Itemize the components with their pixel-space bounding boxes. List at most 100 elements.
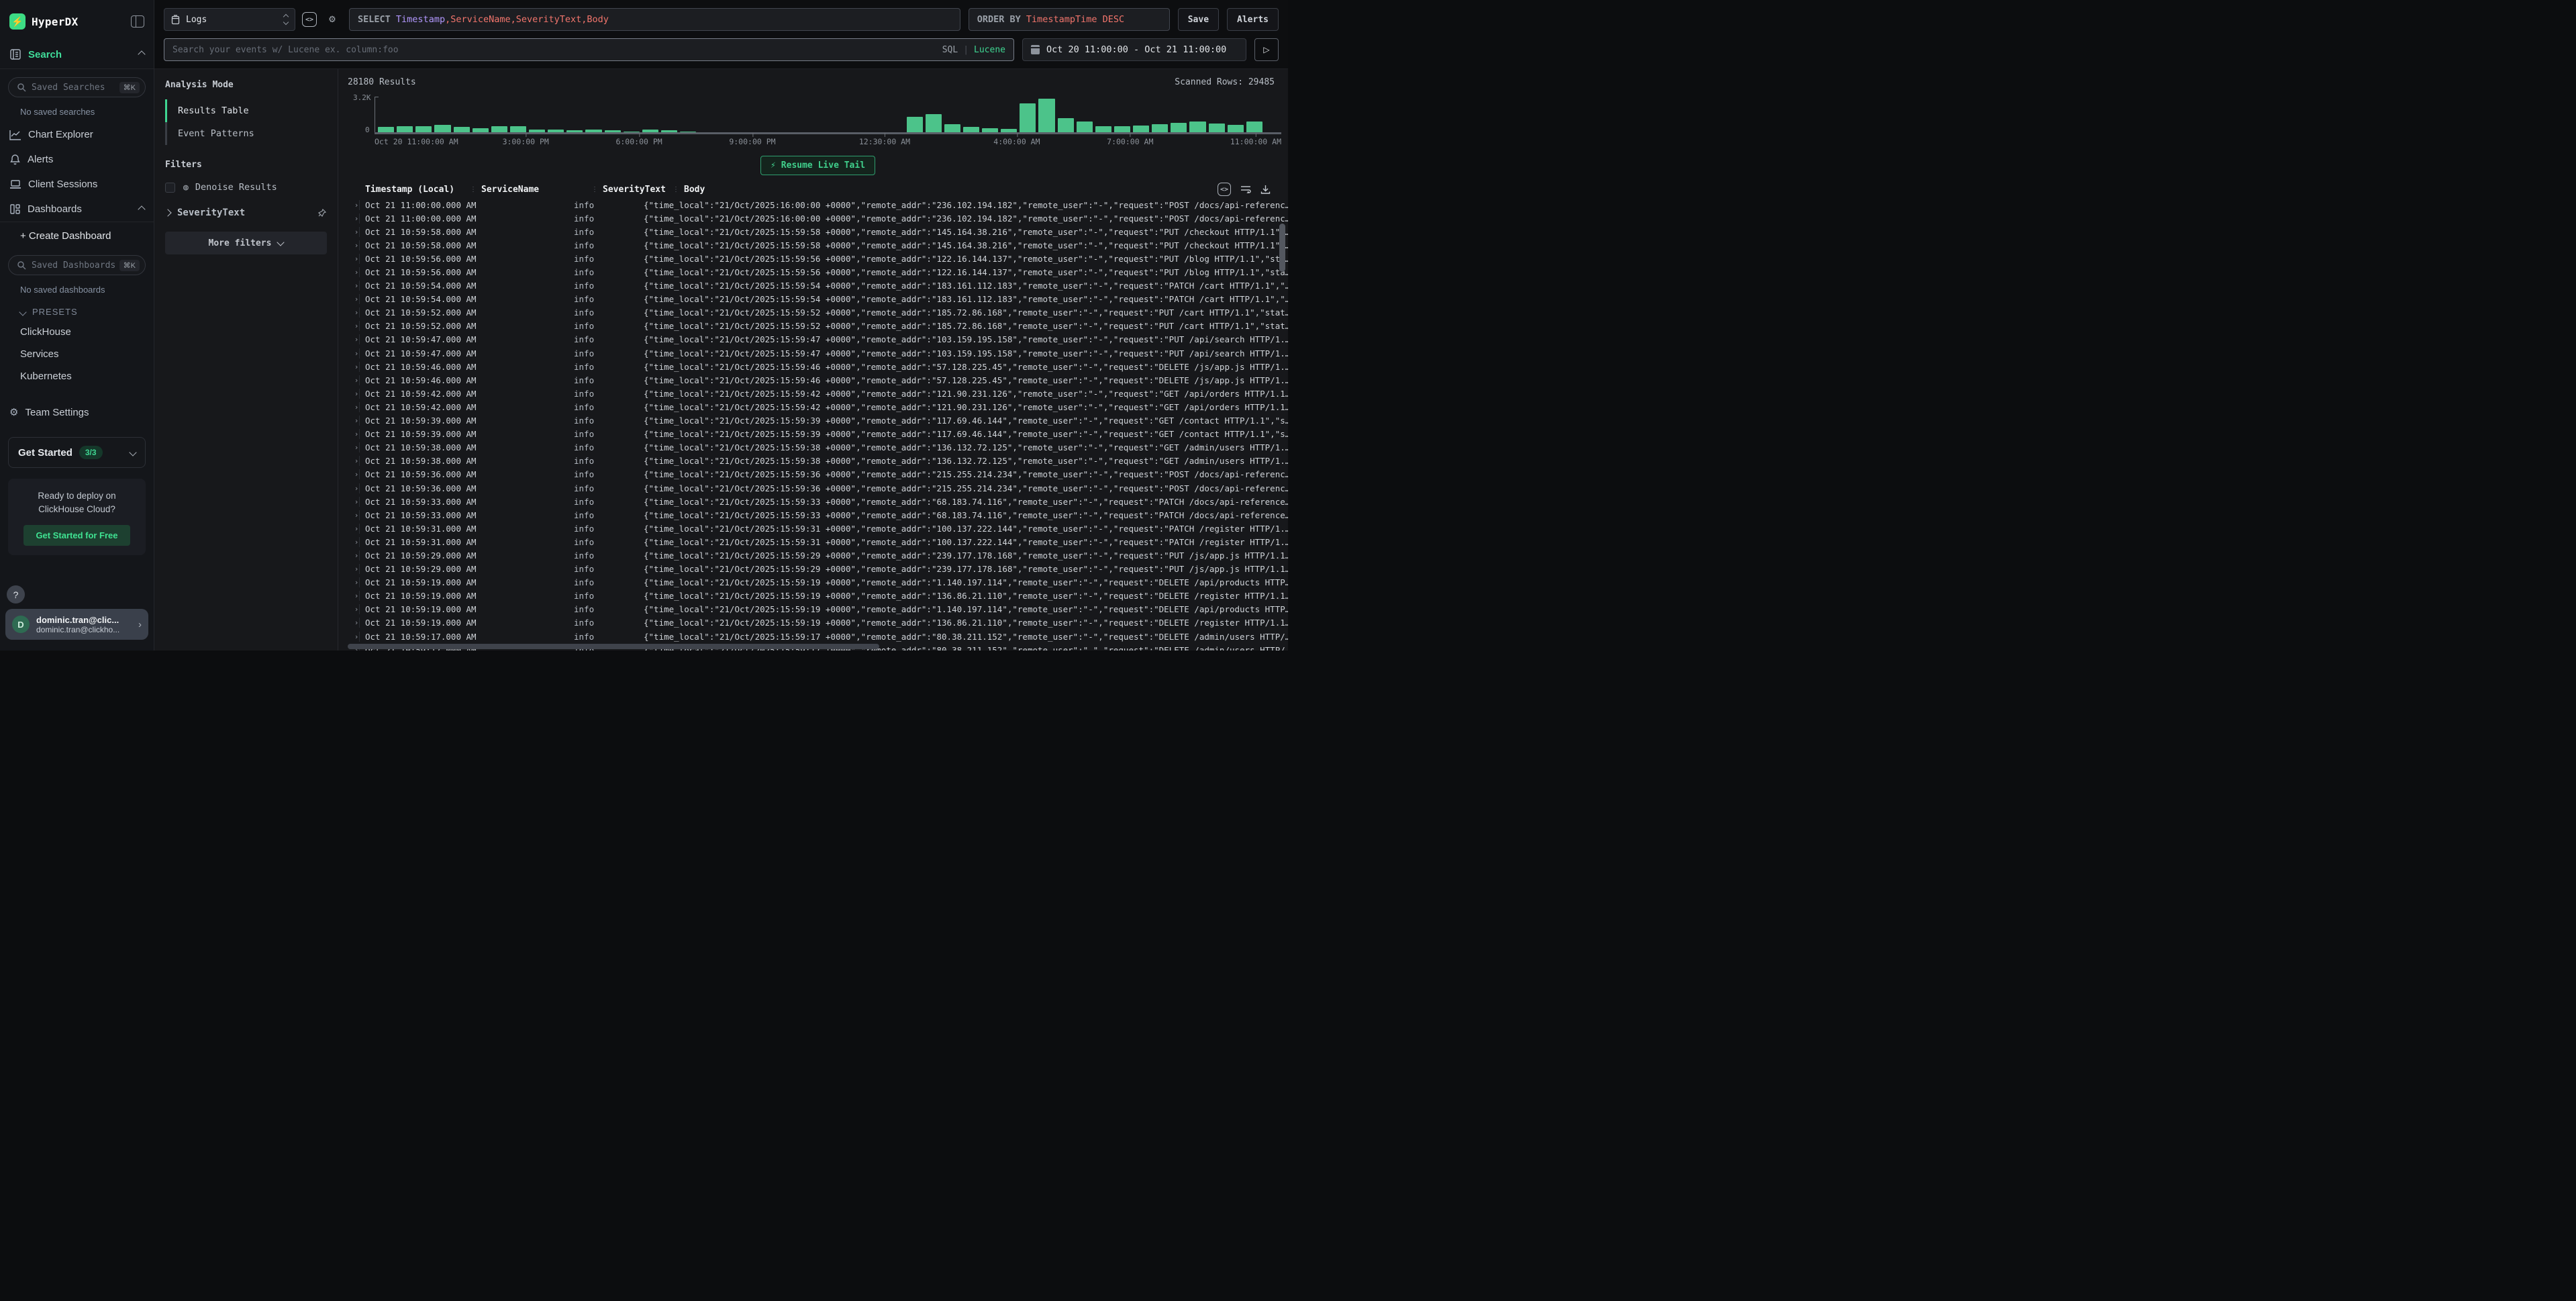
cell-timestamp: Oct 21 10:59:58.000 AM <box>359 240 458 250</box>
table-row[interactable]: ›Oct 21 10:59:56.000 AMinfo{"time_local"… <box>348 252 1288 265</box>
col-timestamp[interactable]: Timestamp (Local) <box>365 185 464 195</box>
select-columns-input[interactable]: SELECT Timestamp,ServiceName,SeverityTex… <box>349 8 960 31</box>
chart-bar[interactable] <box>926 114 942 133</box>
pin-icon[interactable] <box>317 208 327 218</box>
chart-bar[interactable] <box>1171 123 1187 133</box>
table-row[interactable]: ›Oct 21 10:59:17.000 AMinfo{"time_local"… <box>348 630 1288 643</box>
resume-live-tail-button[interactable]: ⚡ Resume Live Tail <box>760 156 875 175</box>
sidebar-item-chart-explorer[interactable]: Chart Explorer <box>0 122 154 147</box>
run-query-button[interactable]: ▷ <box>1254 38 1279 61</box>
preset-kubernetes[interactable]: Kubernetes <box>0 365 154 387</box>
sidebar-item-client-sessions[interactable]: Client Sessions <box>0 172 154 197</box>
checkbox[interactable] <box>165 183 175 193</box>
col-servicename[interactable]: ServiceName <box>481 185 586 195</box>
create-dashboard-button[interactable]: + Create Dashboard <box>0 222 154 247</box>
table-row[interactable]: ›Oct 21 10:59:58.000 AMinfo{"time_local"… <box>348 238 1288 252</box>
mode-results-table[interactable]: Results Table <box>165 99 327 122</box>
column-resize-handle[interactable]: ⋮ <box>673 186 679 193</box>
code-toggle-button[interactable]: <> <box>302 12 317 27</box>
table-row[interactable]: ›Oct 21 10:59:42.000 AMinfo{"time_local"… <box>348 387 1288 400</box>
sidebar-collapse-icon[interactable] <box>131 15 144 28</box>
get-started-free-button[interactable]: Get Started for Free <box>23 525 130 546</box>
preset-clickhouse[interactable]: ClickHouse <box>0 321 154 343</box>
wrap-lines-icon[interactable] <box>1240 185 1251 194</box>
facet-severitytext[interactable]: SeverityText <box>165 207 327 218</box>
event-search-input[interactable]: Search your events w/ Lucene ex. column:… <box>164 38 1014 61</box>
vertical-scrollbar[interactable] <box>1279 224 1285 272</box>
help-button[interactable]: ? <box>7 585 25 604</box>
chart-bar[interactable] <box>1020 103 1036 133</box>
table-row[interactable]: ›Oct 21 10:59:33.000 AMinfo{"time_local"… <box>348 508 1288 522</box>
more-filters-button[interactable]: More filters <box>165 232 327 254</box>
cell-severity: info <box>574 442 644 452</box>
table-row[interactable]: ›Oct 21 10:59:29.000 AMinfo{"time_local"… <box>348 548 1288 562</box>
table-row[interactable]: ›Oct 21 10:59:33.000 AMinfo{"time_local"… <box>348 495 1288 508</box>
table-row[interactable]: ›Oct 21 10:59:19.000 AMinfo{"time_local"… <box>348 589 1288 603</box>
source-select[interactable]: Logs <box>164 8 295 31</box>
mode-event-patterns[interactable]: Event Patterns <box>165 122 327 145</box>
table-row[interactable]: ›Oct 21 10:59:46.000 AMinfo{"time_local"… <box>348 373 1288 387</box>
cell-severity: info <box>574 524 644 534</box>
sql-toggle[interactable]: SQL <box>942 45 958 55</box>
table-row[interactable]: ›Oct 21 10:59:58.000 AMinfo{"time_local"… <box>348 225 1288 238</box>
table-row[interactable]: ›Oct 21 10:59:54.000 AMinfo{"time_local"… <box>348 293 1288 306</box>
table-row[interactable]: ›Oct 21 10:59:38.000 AMinfo{"time_local"… <box>348 441 1288 454</box>
table-row[interactable]: ›Oct 21 10:59:19.000 AMinfo{"time_local"… <box>348 576 1288 589</box>
user-menu[interactable]: D dominic.tran@clic... dominic.tran@clic… <box>5 609 148 640</box>
table-row[interactable]: ›Oct 21 10:59:31.000 AMinfo{"time_local"… <box>348 535 1288 548</box>
date-range-picker[interactable]: Oct 20 11:00:00 - Oct 21 11:00:00 <box>1022 38 1246 61</box>
column-resize-handle[interactable]: ⋮ <box>470 186 476 193</box>
chart-bar[interactable] <box>907 117 923 133</box>
table-row[interactable]: ›Oct 21 10:59:42.000 AMinfo{"time_local"… <box>348 400 1288 414</box>
table-row[interactable]: ›Oct 21 10:59:38.000 AMinfo{"time_local"… <box>348 454 1288 468</box>
lucene-toggle[interactable]: Lucene <box>974 45 1005 55</box>
sidebar-item-alerts[interactable]: Alerts <box>0 147 154 172</box>
sidebar-item-team-settings[interactable]: ⚙ Team Settings <box>0 399 154 425</box>
denoise-results-checkbox-row[interactable]: ◍ Denoise Results <box>165 182 327 193</box>
table-row[interactable]: ›Oct 21 10:59:19.000 AMinfo{"time_local"… <box>348 616 1288 630</box>
table-row[interactable]: ›Oct 21 10:59:52.000 AMinfo{"time_local"… <box>348 320 1288 333</box>
table-row[interactable]: ›Oct 21 11:00:00.000 AMinfo{"time_local"… <box>348 211 1288 225</box>
saved-dashboards-input[interactable]: Saved Dashboards ⌘K <box>8 255 146 275</box>
chart-bar[interactable] <box>1246 122 1262 133</box>
presets-toggle[interactable]: PRESETS <box>0 300 154 321</box>
table-row[interactable]: ›Oct 21 10:59:56.000 AMinfo{"time_local"… <box>348 265 1288 279</box>
col-severitytext[interactable]: SeverityText <box>603 185 667 195</box>
table-row[interactable]: ›Oct 21 10:59:36.000 AMinfo{"time_local"… <box>348 468 1288 481</box>
chart-bar[interactable] <box>1209 124 1225 134</box>
chart-bar[interactable] <box>1077 122 1093 133</box>
order-by-input[interactable]: ORDER BY TimestampTime DESC <box>969 8 1170 31</box>
code-view-icon[interactable]: <> <box>1218 183 1231 196</box>
horizontal-scrollbar[interactable] <box>348 644 879 649</box>
table-row[interactable]: ›Oct 21 10:59:46.000 AMinfo{"time_local"… <box>348 360 1288 373</box>
saved-searches-input[interactable]: Saved Searches ⌘K <box>8 77 146 97</box>
download-icon[interactable] <box>1260 185 1271 195</box>
table-row[interactable]: ›Oct 21 10:59:52.000 AMinfo{"time_local"… <box>348 306 1288 320</box>
table-row[interactable]: ›Oct 21 10:59:47.000 AMinfo{"time_local"… <box>348 346 1288 360</box>
chart-bar[interactable] <box>1189 122 1205 133</box>
table-row[interactable]: ›Oct 21 10:59:36.000 AMinfo{"time_local"… <box>348 481 1288 495</box>
table-row[interactable]: ›Oct 21 10:59:39.000 AMinfo{"time_local"… <box>348 414 1288 428</box>
table-row[interactable]: ›Oct 21 10:59:47.000 AMinfo{"time_local"… <box>348 333 1288 346</box>
table-row[interactable]: ›Oct 21 11:00:00.000 AMinfo{"time_local"… <box>348 198 1288 211</box>
events-histogram[interactable]: 3.2K 0 Oct 20 11:00:00 AM3:00:00 PM6:00:… <box>348 97 1288 149</box>
cell-timestamp: Oct 21 10:59:17.000 AM <box>359 632 458 642</box>
sidebar-item-dashboards[interactable]: Dashboards <box>0 197 154 222</box>
get-started-toggle[interactable]: Get Started 3/3 <box>8 437 146 468</box>
table-row[interactable]: ›Oct 21 10:59:19.000 AMinfo{"time_local"… <box>348 603 1288 616</box>
alerts-button[interactable]: Alerts <box>1227 8 1279 31</box>
col-body[interactable]: Body <box>684 185 1218 195</box>
sidebar-section-search[interactable]: Search <box>0 40 154 68</box>
table-row[interactable]: ›Oct 21 10:59:31.000 AMinfo{"time_local"… <box>348 522 1288 535</box>
table-row[interactable]: ›Oct 21 10:59:54.000 AMinfo{"time_local"… <box>348 279 1288 293</box>
save-button[interactable]: Save <box>1178 8 1219 31</box>
preset-services[interactable]: Services <box>0 343 154 365</box>
chart-bar[interactable] <box>1038 99 1054 133</box>
cell-timestamp: Oct 21 10:59:39.000 AM <box>359 429 458 439</box>
table-row[interactable]: ›Oct 21 10:59:39.000 AMinfo{"time_local"… <box>348 428 1288 441</box>
gear-icon[interactable]: ⚙ <box>324 11 341 28</box>
journal-icon <box>9 48 21 60</box>
table-row[interactable]: ›Oct 21 10:59:29.000 AMinfo{"time_local"… <box>348 563 1288 576</box>
column-resize-handle[interactable]: ⋮ <box>591 186 597 193</box>
chart-bar[interactable] <box>1058 118 1074 133</box>
